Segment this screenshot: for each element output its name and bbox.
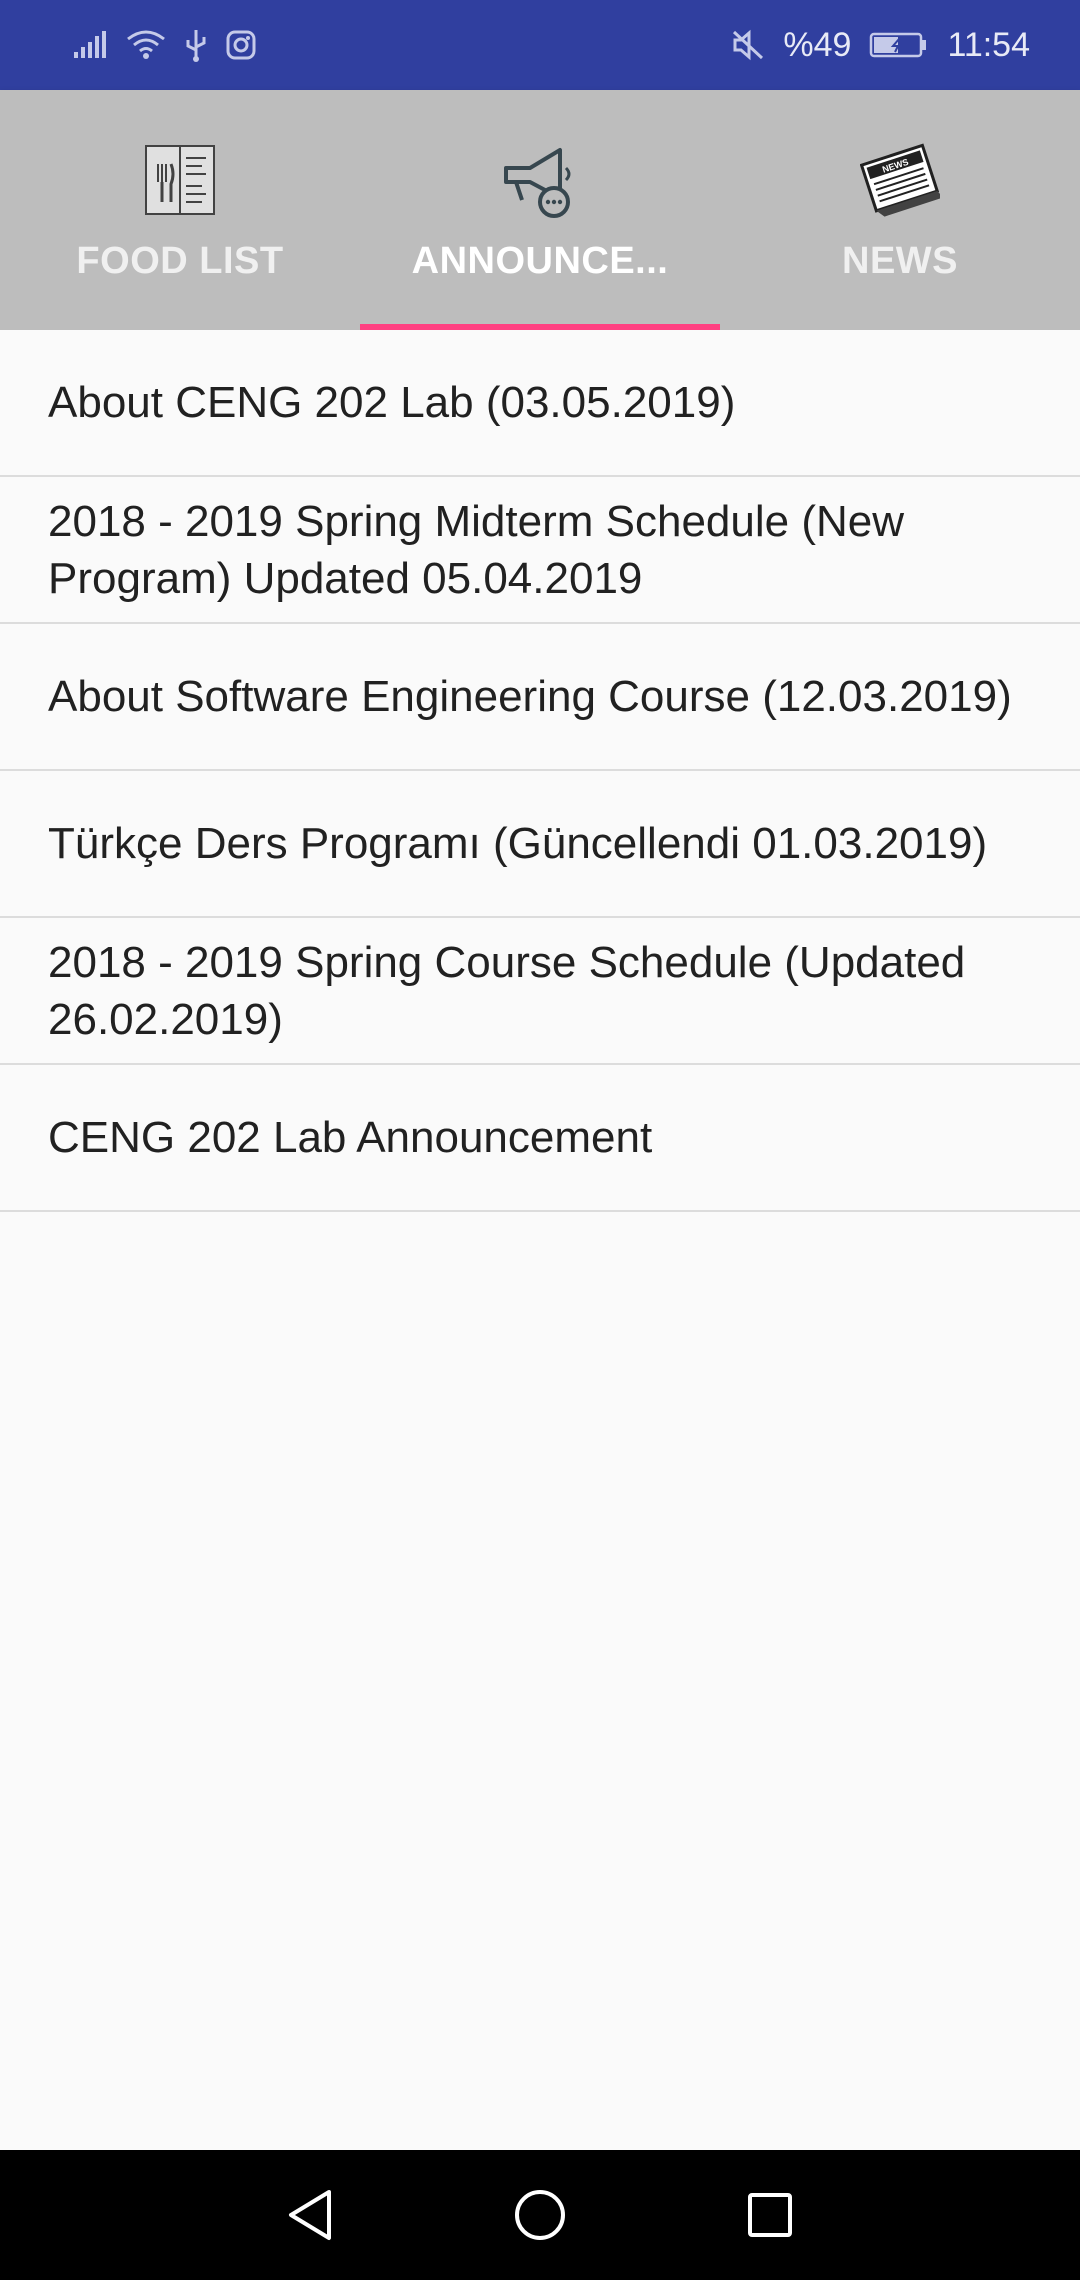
list-item[interactable]: About Software Engineering Course (12.03… [0, 624, 1080, 771]
food-menu-icon [140, 140, 220, 220]
back-button[interactable] [275, 2180, 345, 2250]
navigation-bar [0, 2150, 1080, 2280]
tab-label: ANNOUNCE... [411, 240, 669, 282]
announcement-title: 2018 - 2019 Spring Course Schedule (Upda… [48, 937, 966, 1044]
clock: 11:54 [947, 25, 1030, 64]
instagram-icon [226, 30, 256, 60]
announcement-title: Türkçe Ders Programı (Güncellendi 01.03.… [48, 819, 988, 868]
tab-food-list[interactable]: FOOD LIST [0, 90, 360, 330]
tab-news[interactable]: NEWS NEWS [720, 90, 1080, 330]
status-left [72, 28, 256, 62]
home-icon [515, 2190, 565, 2240]
announcement-list: About CENG 202 Lab (03.05.2019) 2018 - 2… [0, 330, 1080, 1212]
announcement-title: About Software Engineering Course (12.03… [48, 672, 1012, 721]
mute-icon [731, 29, 765, 61]
tab-bar: FOOD LIST ANNOUNCE... NEWS NEWS [0, 90, 1080, 330]
tab-announcements[interactable]: ANNOUNCE... [360, 90, 720, 330]
tab-label: NEWS [842, 240, 958, 282]
announcement-title: About CENG 202 Lab (03.05.2019) [48, 378, 736, 427]
megaphone-icon [500, 140, 580, 220]
back-icon [289, 2190, 331, 2240]
list-item[interactable]: 2018 - 2019 Spring Course Schedule (Upda… [0, 918, 1080, 1065]
list-item[interactable]: 2018 - 2019 Spring Midterm Schedule (New… [0, 477, 1080, 624]
wifi-icon [126, 29, 166, 61]
tab-label: FOOD LIST [76, 240, 284, 282]
list-item[interactable]: Türkçe Ders Programı (Güncellendi 01.03.… [0, 771, 1080, 918]
announcement-title: 2018 - 2019 Spring Midterm Schedule (New… [48, 496, 905, 603]
newspaper-icon: NEWS [860, 140, 940, 220]
announcement-title: CENG 202 Lab Announcement [48, 1113, 653, 1162]
list-item[interactable]: About CENG 202 Lab (03.05.2019) [0, 330, 1080, 477]
home-button[interactable] [505, 2180, 575, 2250]
list-item[interactable]: CENG 202 Lab Announcement [0, 1065, 1080, 1212]
recents-icon [748, 2193, 792, 2237]
status-bar: %49 11:54 [0, 0, 1080, 90]
status-right: %49 11:54 [731, 26, 1030, 65]
battery-icon [869, 31, 929, 59]
usb-icon [184, 28, 208, 62]
battery-percent: %49 [783, 25, 852, 64]
recents-button[interactable] [735, 2180, 805, 2250]
signal-icon [72, 30, 108, 60]
